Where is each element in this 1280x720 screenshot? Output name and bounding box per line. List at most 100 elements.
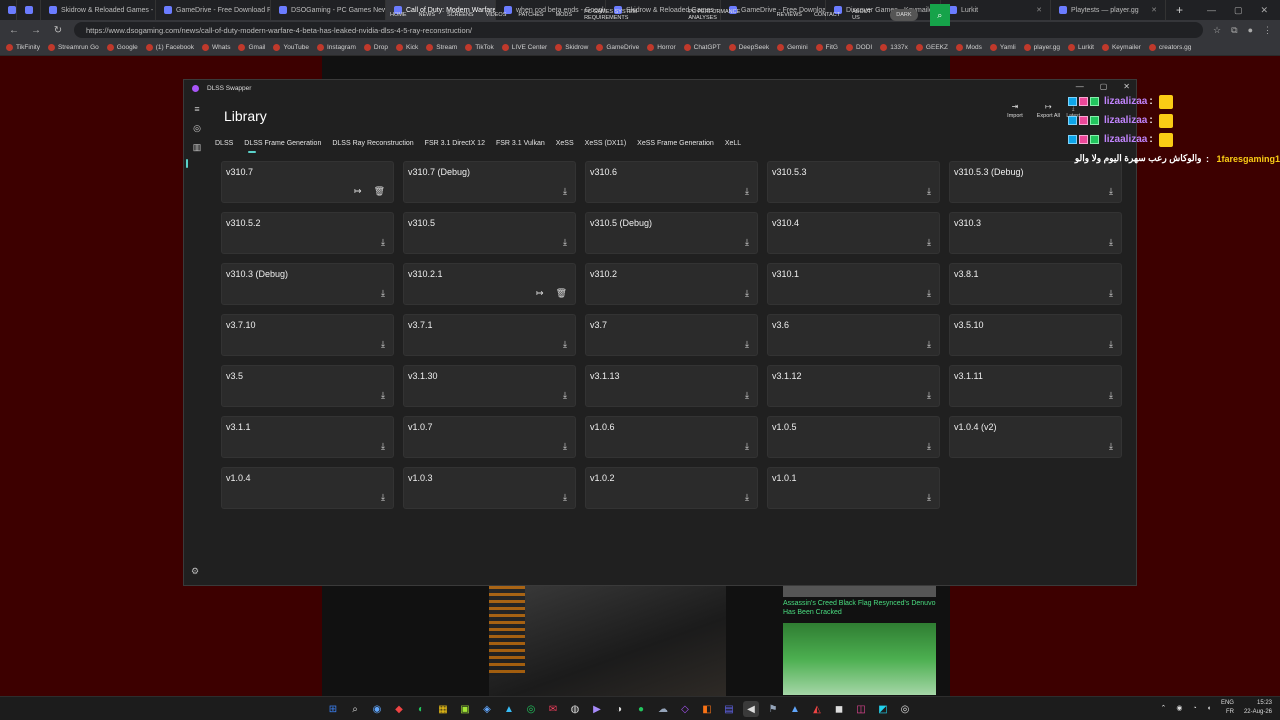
- download-icon[interactable]: ⤓: [745, 288, 749, 299]
- taskbar-app-icon[interactable]: ◧: [699, 701, 715, 717]
- download-icon[interactable]: ⤓: [927, 288, 931, 299]
- site-nav-link[interactable]: SCREENS: [447, 12, 474, 18]
- tab-xell[interactable]: XeLL: [725, 140, 741, 153]
- delete-icon[interactable]: 🗑: [374, 186, 385, 197]
- taskbar-app-icon[interactable]: ◇: [677, 701, 693, 717]
- bookmark-item[interactable]: Keymailer: [1101, 44, 1141, 51]
- clock[interactable]: 15:23 22-Aug-26: [1244, 699, 1272, 717]
- taskbar-app-icon[interactable]: ◀: [743, 701, 759, 717]
- side-article[interactable]: Assassin's Creed Black Flag Resynced's D…: [783, 586, 936, 696]
- tab-close-icon[interactable]: ✕: [1151, 6, 1157, 14]
- dll-version-card[interactable]: v310.4 ⤓: [767, 212, 940, 254]
- bookmark-item[interactable]: creators.gg: [1148, 44, 1191, 51]
- dll-version-card[interactable]: v310.5.3 ⤓: [767, 161, 940, 203]
- star-icon[interactable]: ☆: [1213, 25, 1221, 36]
- maximize-icon[interactable]: ▢: [1234, 5, 1243, 16]
- taskbar-app-icon[interactable]: ◆: [391, 701, 407, 717]
- bookmark-item[interactable]: Skidrow: [555, 44, 588, 51]
- site-nav-link[interactable]: PC PERFORMANCE ANALYSES: [688, 9, 764, 21]
- download-icon[interactable]: ⤓: [563, 492, 567, 503]
- taskbar-app-icon[interactable]: ●: [633, 701, 649, 717]
- bookmark-item[interactable]: 1337x: [880, 44, 908, 51]
- site-nav-link[interactable]: CONTACT: [814, 12, 840, 18]
- taskbar-app-icon[interactable]: ▲: [501, 701, 517, 717]
- bookmark-item[interactable]: TikTok: [465, 44, 494, 51]
- network-icon[interactable]: ◔: [1192, 705, 1196, 712]
- tray-chevron-icon[interactable]: ⌃: [1161, 704, 1167, 712]
- new-tab-button[interactable]: +: [1166, 3, 1193, 17]
- site-search-icon[interactable]: ⌕: [929, 4, 951, 26]
- dll-version-card[interactable]: v3.7 ⤓: [585, 314, 758, 356]
- bookmark-item[interactable]: LIVE Center: [501, 44, 547, 51]
- tab-fsr-3-1-vulkan[interactable]: FSR 3.1 Vulkan: [496, 140, 545, 153]
- browser-tab[interactable]: Playtests — player.gg ✕: [1051, 0, 1166, 20]
- bookmark-item[interactable]: Gemini: [777, 44, 808, 51]
- export-icon[interactable]: ↦: [354, 186, 362, 197]
- taskbar-app-icon[interactable]: ◩: [875, 701, 891, 717]
- browser-tab[interactable]: [17, 0, 41, 20]
- bookmark-item[interactable]: Lurkit: [1068, 44, 1094, 51]
- dll-version-card[interactable]: v3.8.1 ⤓: [949, 263, 1122, 305]
- dll-version-card[interactable]: v310.3 ⤓: [949, 212, 1122, 254]
- browser-tab[interactable]: GameDrive - Free Download P✕: [156, 0, 271, 20]
- site-nav-link[interactable]: VIDEOS: [486, 12, 507, 18]
- bookmark-item[interactable]: Whats: [202, 44, 230, 51]
- download-icon[interactable]: ⤓: [381, 492, 385, 503]
- tab-xess[interactable]: XeSS: [556, 140, 574, 153]
- bookmark-item[interactable]: Google: [106, 44, 138, 51]
- back-icon[interactable]: ←: [8, 25, 20, 36]
- tab-fsr-3-1-directx-12[interactable]: FSR 3.1 DirectX 12: [425, 140, 485, 153]
- tab-dlss-frame-generation[interactable]: DLSS Frame Generation: [244, 140, 321, 153]
- dll-version-card[interactable]: v1.0.4 (v2) ⤓: [949, 416, 1122, 458]
- settings-gear-icon[interactable]: ⚙: [191, 566, 199, 577]
- side-article-title[interactable]: Assassin's Creed Black Flag Resynced's D…: [783, 597, 936, 619]
- dll-version-card[interactable]: v1.0.4 ⤓: [221, 467, 394, 509]
- taskbar-app-icon[interactable]: ☁: [655, 701, 671, 717]
- taskbar-app-icon[interactable]: ▤: [721, 701, 737, 717]
- taskbar-app-icon[interactable]: ◑: [611, 701, 627, 717]
- bookmark-item[interactable]: ChatGPT: [683, 44, 721, 51]
- bookmark-item[interactable]: FitG: [815, 44, 838, 51]
- download-icon[interactable]: ⤓: [381, 288, 385, 299]
- dll-version-card[interactable]: v310.2 ⤓: [585, 263, 758, 305]
- tab-dlss[interactable]: DLSS: [215, 140, 257, 153]
- reload-icon[interactable]: ↻: [52, 25, 64, 36]
- bookmark-item[interactable]: player.gg: [1023, 44, 1060, 51]
- site-nav-link[interactable]: NEWS: [419, 12, 436, 18]
- taskbar-app-icon[interactable]: ◫: [853, 701, 869, 717]
- download-icon[interactable]: ⤓: [745, 186, 749, 197]
- language-indicator[interactable]: ENG FR: [1221, 699, 1234, 717]
- dll-version-card[interactable]: v310.1 ⤓: [767, 263, 940, 305]
- download-icon[interactable]: ⤓: [563, 441, 567, 452]
- library-icon[interactable]: ▥: [191, 142, 203, 153]
- download-icon[interactable]: ⤓: [927, 186, 931, 197]
- download-icon[interactable]: ⤓: [381, 339, 385, 350]
- download-icon[interactable]: ⤓: [1109, 288, 1113, 299]
- dll-version-card[interactable]: v3.7.1 ⤓: [403, 314, 576, 356]
- download-icon[interactable]: ⤓: [381, 390, 385, 401]
- dll-version-card[interactable]: v310.2.1 ↦ 🗑: [403, 263, 576, 305]
- download-icon[interactable]: ⤓: [563, 339, 567, 350]
- download-icon[interactable]: ⤓: [745, 339, 749, 350]
- dll-version-card[interactable]: v3.6 ⤓: [767, 314, 940, 356]
- dll-version-card[interactable]: v1.0.1 ⤓: [767, 467, 940, 509]
- close-icon[interactable]: ✕: [1260, 5, 1268, 16]
- dll-version-card[interactable]: v3.5 ⤓: [221, 365, 394, 407]
- dll-version-card[interactable]: v3.1.13 ⤓: [585, 365, 758, 407]
- browser-tab[interactable]: Lurkit ✕: [941, 0, 1051, 20]
- dll-version-card[interactable]: v310.5.2 ⤓: [221, 212, 394, 254]
- download-icon[interactable]: ⤓: [563, 237, 567, 248]
- app-maximize-icon[interactable]: ▢: [1100, 82, 1108, 91]
- taskbar-app-icon[interactable]: ▦: [435, 701, 451, 717]
- taskbar-app-icon[interactable]: ✉: [545, 701, 561, 717]
- site-nav-link[interactable]: REVIEWS: [777, 12, 802, 18]
- bookmark-item[interactable]: Horror: [647, 44, 676, 51]
- dll-version-card[interactable]: v310.5 (Debug) ⤓: [585, 212, 758, 254]
- side-thumbnail[interactable]: [783, 623, 936, 695]
- bookmark-item[interactable]: Instagram: [317, 44, 356, 51]
- download-icon[interactable]: ⤓: [1109, 186, 1113, 197]
- volume-icon[interactable]: ◖: [1207, 705, 1211, 712]
- browser-tab[interactable]: [0, 0, 17, 20]
- export-icon[interactable]: ↦: [536, 288, 544, 299]
- download-icon[interactable]: ⤓: [745, 390, 749, 401]
